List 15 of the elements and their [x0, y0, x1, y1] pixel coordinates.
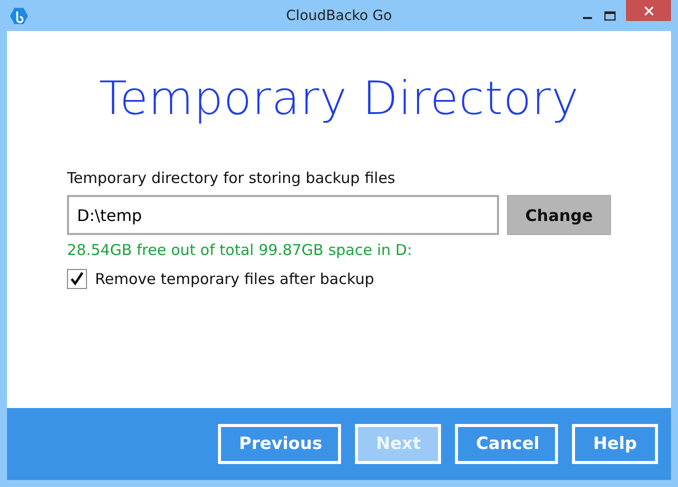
footer-button[interactable]: Cancel	[455, 424, 558, 464]
directory-label: Temporary directory for storing backup files	[67, 169, 396, 187]
close-button[interactable]	[626, 0, 671, 21]
footer-button[interactable]: Help	[572, 424, 658, 464]
page-heading: Temporary Directory	[98, 71, 580, 125]
remove-files-label: Remove temporary files after backup	[95, 270, 374, 288]
window-title: CloudBacko Go	[286, 8, 392, 24]
remove-files-checkbox[interactable]	[67, 269, 87, 289]
close-icon	[644, 6, 654, 16]
directory-field[interactable]: D:\temp	[67, 195, 499, 235]
change-button[interactable]: Change	[507, 195, 611, 235]
footer-button[interactable]: Previous	[218, 424, 341, 464]
app-logo-icon	[10, 6, 28, 24]
free-space-text: 28.54GB free out of total 99.87GB space in D:	[67, 241, 414, 259]
maximize-icon[interactable]	[604, 10, 616, 22]
